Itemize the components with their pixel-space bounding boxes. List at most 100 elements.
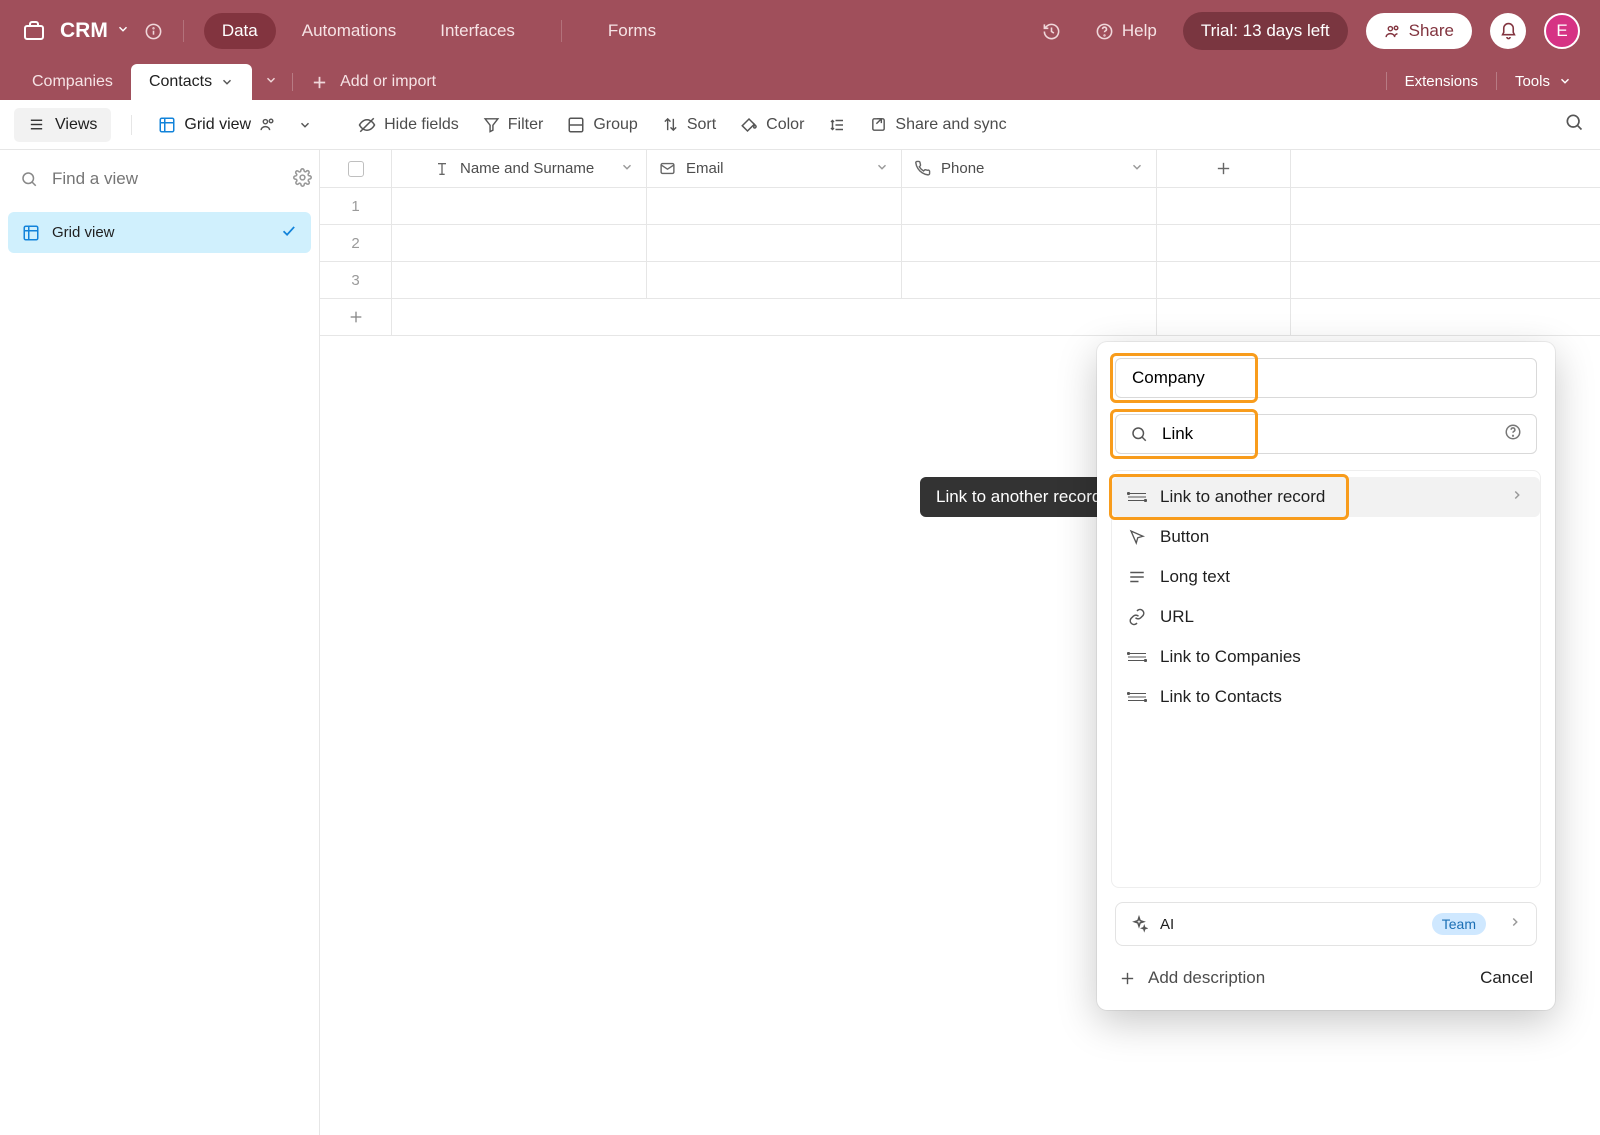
- help-button[interactable]: Help: [1087, 15, 1165, 47]
- plus-icon: [320, 299, 392, 335]
- add-description-button[interactable]: Add description: [1119, 968, 1265, 988]
- add-row-button[interactable]: [320, 299, 1600, 336]
- add-description-label: Add description: [1148, 968, 1265, 988]
- color-label: Color: [766, 116, 804, 134]
- header-right: Help Trial: 13 days left Share E: [1034, 12, 1580, 50]
- cell[interactable]: [392, 225, 647, 261]
- history-icon[interactable]: [1034, 16, 1069, 47]
- ai-field-button[interactable]: AI Team: [1115, 902, 1537, 946]
- cell[interactable]: [647, 225, 902, 261]
- app-header: CRM Data Automations Interfaces Forms He…: [0, 0, 1600, 62]
- cell[interactable]: [1157, 188, 1291, 224]
- share-label: Share: [1409, 21, 1454, 41]
- field-type-label: URL: [1160, 607, 1194, 627]
- views-sidebar: Grid view: [0, 150, 320, 1135]
- check-icon: [280, 222, 297, 243]
- cell[interactable]: [1157, 225, 1291, 261]
- color-button[interactable]: Color: [728, 110, 816, 140]
- info-icon[interactable]: [144, 22, 163, 41]
- nav-forms[interactable]: Forms: [590, 13, 674, 49]
- cell[interactable]: [647, 262, 902, 298]
- app-name-caret-icon[interactable]: [116, 21, 130, 41]
- field-type-search-input[interactable]: [1160, 423, 1492, 445]
- table-tab-caret[interactable]: [252, 64, 290, 100]
- avatar[interactable]: E: [1544, 13, 1580, 49]
- notifications-button[interactable]: [1490, 13, 1526, 49]
- filter-button[interactable]: Filter: [471, 110, 556, 140]
- text-field-icon: [434, 161, 450, 177]
- views-toggle[interactable]: Views: [14, 108, 111, 142]
- nav-data[interactable]: Data: [204, 13, 276, 49]
- group-button[interactable]: Group: [555, 110, 649, 140]
- row-height-button[interactable]: [816, 110, 858, 140]
- table-row[interactable]: 2: [320, 225, 1600, 262]
- select-all-cell[interactable]: [320, 150, 392, 187]
- column-header-name[interactable]: Name and Surname: [392, 150, 647, 187]
- add-column-button[interactable]: [1157, 150, 1291, 187]
- field-type-link-to-contacts[interactable]: Link to Contacts: [1112, 677, 1540, 717]
- field-type-url[interactable]: URL: [1112, 597, 1540, 637]
- add-or-import-button[interactable]: Add or import: [295, 64, 452, 100]
- field-name-input[interactable]: [1130, 367, 1522, 389]
- table-tab-contacts-label: Contacts: [149, 73, 212, 91]
- field-type-button[interactable]: Button: [1112, 517, 1540, 557]
- column-phone-label: Phone: [941, 160, 1120, 177]
- tools-button[interactable]: Tools: [1497, 62, 1590, 100]
- grid-header: Name and Surname Email Phone: [320, 150, 1600, 188]
- share-button[interactable]: Share: [1366, 13, 1472, 49]
- chevron-right-icon: [1510, 487, 1524, 507]
- popover-footer: Add description Cancel: [1101, 946, 1551, 992]
- cell[interactable]: [1157, 262, 1291, 298]
- cell[interactable]: [392, 188, 647, 224]
- nav-interfaces[interactable]: Interfaces: [422, 13, 533, 49]
- chevron-down-icon[interactable]: [1130, 160, 1144, 178]
- briefcase-icon: [22, 19, 46, 43]
- grid-icon: [22, 224, 40, 242]
- chevron-down-icon[interactable]: [620, 160, 634, 178]
- table-row[interactable]: 1: [320, 188, 1600, 225]
- search-icon: [1130, 425, 1148, 443]
- column-header-phone[interactable]: Phone: [902, 150, 1157, 187]
- field-config-popover: Link to another record Button Long text …: [1097, 342, 1555, 1010]
- toolbar-separator: [131, 115, 132, 135]
- nav-automations[interactable]: Automations: [284, 13, 415, 49]
- tooltip: Link to another record: [920, 477, 1117, 517]
- column-header-email[interactable]: Email: [647, 150, 902, 187]
- cell[interactable]: [902, 225, 1157, 261]
- link-record-icon: [1128, 690, 1146, 704]
- link-record-icon: [1128, 490, 1146, 504]
- hide-fields-button[interactable]: Hide fields: [346, 110, 471, 140]
- find-view-search[interactable]: [8, 160, 287, 198]
- find-view-input[interactable]: [50, 168, 275, 190]
- app-name[interactable]: CRM: [60, 19, 108, 43]
- field-type-long-text[interactable]: Long text: [1112, 557, 1540, 597]
- chevron-down-icon[interactable]: [875, 160, 889, 178]
- sidebar-settings-button[interactable]: [287, 162, 318, 197]
- cancel-button[interactable]: Cancel: [1480, 968, 1533, 988]
- share-sync-button[interactable]: Share and sync: [858, 110, 1018, 140]
- main-area: Grid view Name and Surname Email: [0, 150, 1600, 1135]
- cell[interactable]: [902, 262, 1157, 298]
- cell[interactable]: [902, 188, 1157, 224]
- phone-icon: [914, 160, 931, 177]
- field-type-link-to-another-record[interactable]: Link to another record: [1112, 477, 1540, 517]
- field-type-label: Link to Companies: [1160, 647, 1301, 667]
- help-icon[interactable]: [1504, 423, 1522, 446]
- field-type-label: Link to another record: [1160, 487, 1325, 507]
- view-item-grid-view[interactable]: Grid view: [8, 212, 311, 253]
- field-type-link-to-companies[interactable]: Link to Companies: [1112, 637, 1540, 677]
- cell[interactable]: [647, 188, 902, 224]
- trial-pill[interactable]: Trial: 13 days left: [1183, 12, 1348, 50]
- chevron-right-icon: [1508, 915, 1522, 933]
- cell[interactable]: [392, 262, 647, 298]
- grid-view-button[interactable]: Grid view: [146, 110, 324, 140]
- search-button[interactable]: [1556, 104, 1592, 145]
- table-tab-companies[interactable]: Companies: [14, 64, 131, 100]
- table-row[interactable]: 3: [320, 262, 1600, 299]
- table-tab-contacts[interactable]: Contacts: [131, 64, 252, 100]
- sort-button[interactable]: Sort: [650, 110, 728, 140]
- field-type-search-wrap[interactable]: [1115, 414, 1537, 454]
- field-type-label: Button: [1160, 527, 1209, 547]
- field-name-input-wrap[interactable]: [1115, 358, 1537, 398]
- extensions-button[interactable]: Extensions: [1387, 62, 1496, 100]
